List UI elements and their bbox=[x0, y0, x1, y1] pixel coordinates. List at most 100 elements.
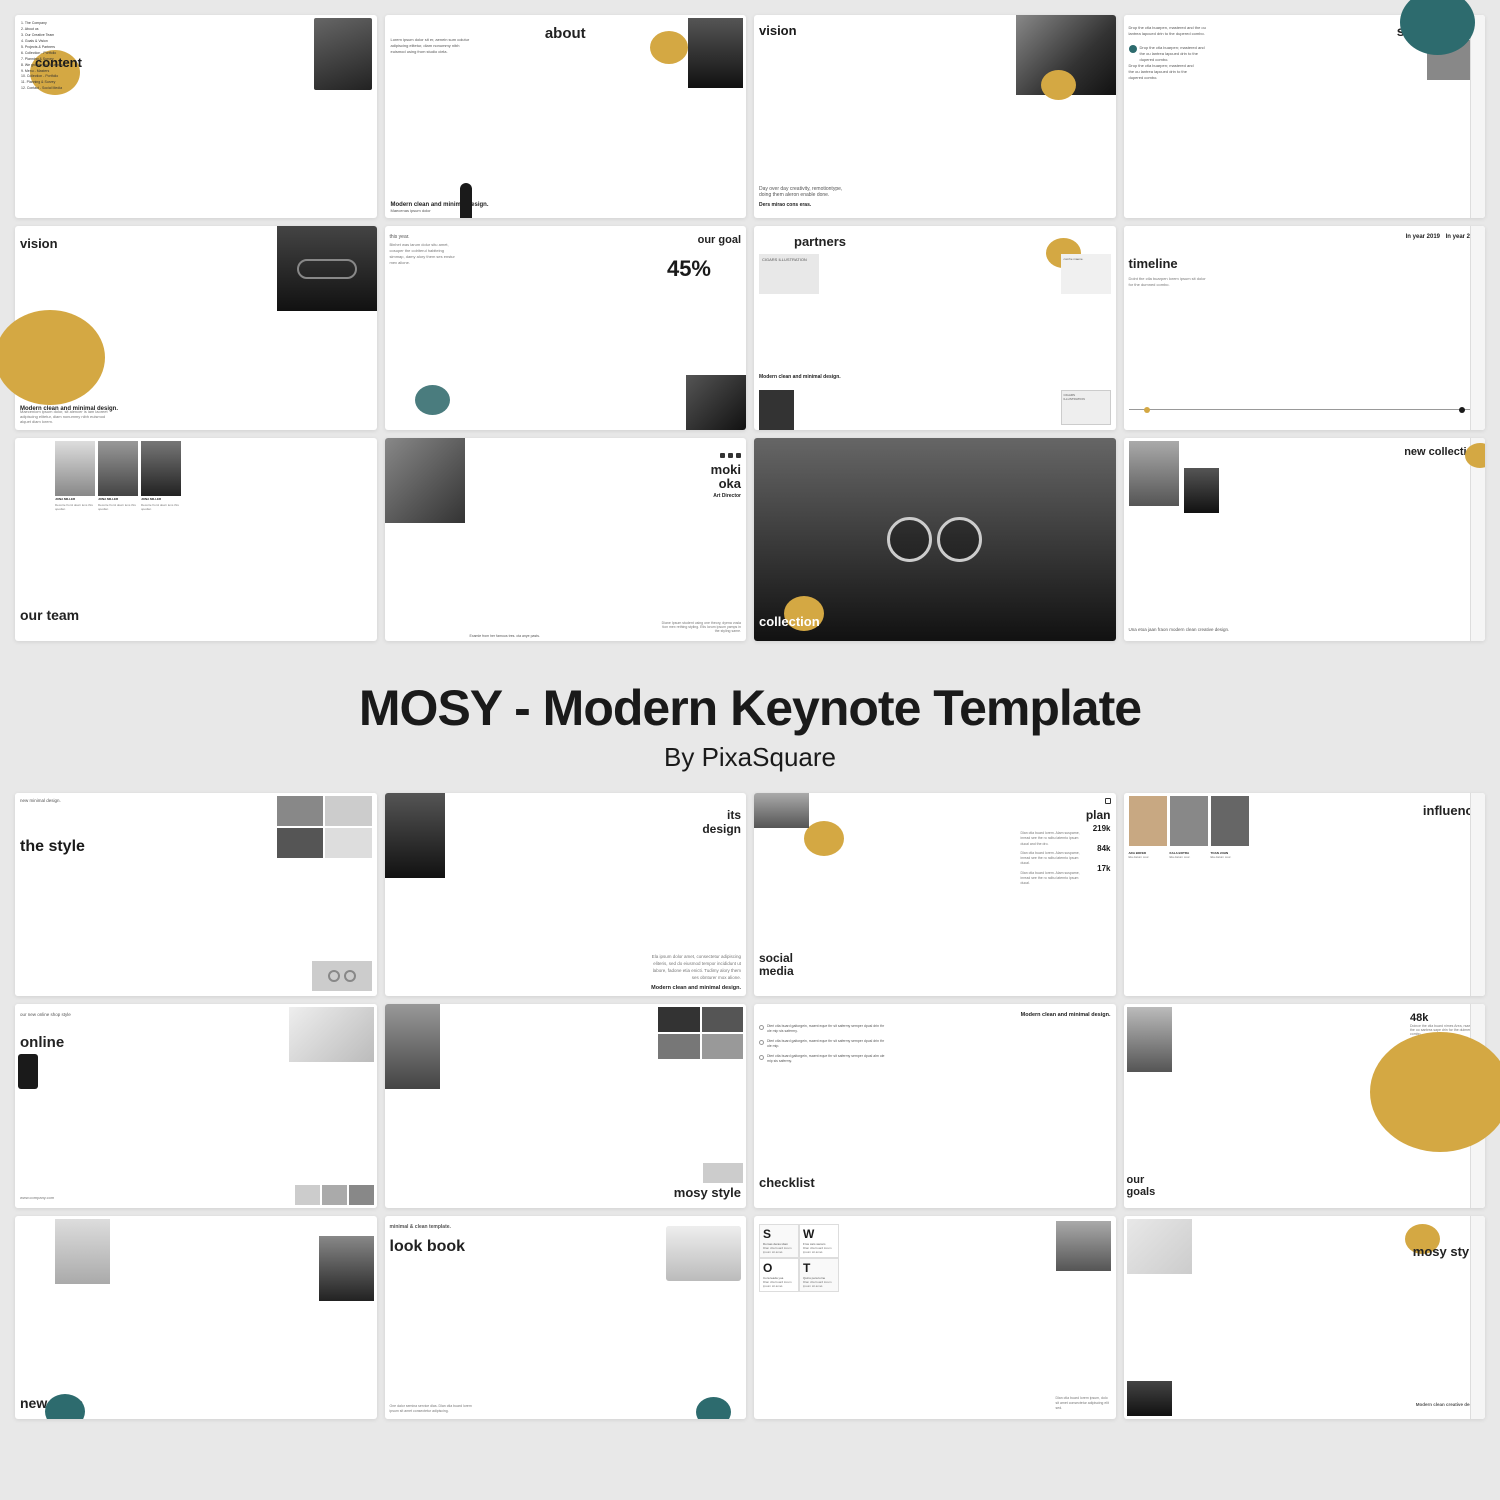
online-sub: our new online shop style bbox=[20, 1012, 71, 1017]
glasses-fill bbox=[312, 961, 372, 991]
photo-fill bbox=[98, 441, 138, 496]
swot-o: O Cora leada yoa Dlan ctla buard lorem i… bbox=[759, 1258, 799, 1292]
thestyle-glasses bbox=[312, 961, 372, 991]
page-container: content 1. The Company 2. About us 3. Ou… bbox=[0, 0, 1500, 1442]
photo-fill bbox=[1127, 1381, 1172, 1416]
main-title: MOSY - Modern Keynote Template bbox=[15, 679, 1485, 737]
swot-w-text: Dlan ctla buard lorem ipsum sit amet. bbox=[803, 1246, 835, 1254]
check-item-2: Dleri ctla buard gaitorgein, rsaent eque… bbox=[759, 1039, 889, 1049]
moki-social bbox=[720, 453, 741, 458]
ourteam-label: our team bbox=[20, 607, 79, 623]
team-name-2: JONA MILLER Decorte froml down lens this… bbox=[98, 498, 138, 511]
slide-checklist: Modern clean and minimal design. checkli… bbox=[754, 1004, 1116, 1207]
ourgoal-text: Binhet was larum dolur situ amet, cosupe… bbox=[390, 242, 460, 266]
content-photo bbox=[314, 18, 372, 90]
grid-p1 bbox=[658, 1007, 700, 1032]
photo-fill bbox=[314, 18, 372, 90]
stat-line-2: Dlan ctla buard lorem. Alam suspame, inr… bbox=[1021, 851, 1081, 867]
lookbook-tablet bbox=[666, 1226, 741, 1281]
photo-fill bbox=[666, 1226, 741, 1281]
deco-blob-right-bottom bbox=[1370, 1032, 1500, 1152]
social-icon-3 bbox=[736, 453, 741, 458]
team-role-2: Decorte froml down lens this qoodter. bbox=[98, 503, 138, 511]
team-name-1: JONA MILLER Decorte froml down lens this… bbox=[55, 498, 95, 511]
ourgoal-photo bbox=[686, 375, 746, 430]
team-photo-3 bbox=[141, 441, 181, 496]
vision2-photo bbox=[277, 226, 377, 311]
about-figure bbox=[460, 183, 472, 218]
thestyle-label: the style bbox=[20, 838, 85, 856]
ourteam-photos bbox=[55, 441, 181, 496]
about-label: about bbox=[545, 25, 586, 42]
mosystyle2-partial bbox=[1470, 1216, 1485, 1419]
moki-desc: Diane Ipsum student using one theory, dy… bbox=[661, 621, 741, 633]
partners-person bbox=[759, 390, 794, 430]
stat-lines: Dlan ctla buard lorem. Alam suspame, inr… bbox=[1021, 831, 1081, 886]
stat-2: 84k bbox=[1097, 843, 1110, 855]
social-icon-1 bbox=[720, 453, 725, 458]
swot-w-letter: W bbox=[803, 1228, 835, 1240]
swot-w: W Fros cars weram Dlan ctla buard lorem … bbox=[799, 1224, 839, 1258]
glass-left bbox=[887, 517, 932, 562]
photo-fill bbox=[141, 441, 181, 496]
check-item-3: Dleri ctla buard gaitorgein, rsaent eque… bbox=[759, 1054, 889, 1064]
slide-influence: influence ADA BOFED Ela datum cour. KALA… bbox=[1124, 793, 1486, 996]
lookbook-label: look book bbox=[390, 1238, 466, 1256]
social-icon-2 bbox=[728, 453, 733, 458]
slide-lookbook: minimal & clean template. look book One … bbox=[385, 1216, 747, 1419]
sp1 bbox=[295, 1185, 320, 1205]
socialmedia-blob bbox=[804, 821, 844, 856]
logo-text2: comhe maene. bbox=[1061, 254, 1111, 264]
swot-s-letter: S bbox=[763, 1228, 795, 1240]
irole3: Ela datum cour. bbox=[1211, 855, 1249, 859]
slide-collection: collection bbox=[754, 438, 1116, 641]
slide-content: content 1. The Company 2. About us 3. Ou… bbox=[15, 15, 377, 218]
inf-photo-1 bbox=[1129, 796, 1167, 846]
mosystyle1-label: mosy style bbox=[674, 1185, 741, 1200]
vision-label: vision bbox=[759, 23, 797, 38]
irole1: Ela datum cour. bbox=[1129, 855, 1167, 859]
stat-1: 219k bbox=[1093, 823, 1111, 835]
checklist-label: checklist bbox=[759, 1175, 815, 1190]
online-label: online bbox=[20, 1034, 64, 1051]
lookbook-blob bbox=[696, 1397, 731, 1419]
service-partial bbox=[1470, 15, 1485, 218]
checklist-items: Dleri ctla buard gaitorgein, rsaent eque… bbox=[759, 1024, 889, 1063]
photo-fill bbox=[1127, 1219, 1192, 1274]
slide-row-6: new style minimal & clean template. look… bbox=[15, 1216, 1485, 1419]
mosystyle2-photo2 bbox=[1127, 1381, 1172, 1416]
ourgoal-blob bbox=[415, 385, 450, 415]
gstat1-val: 48k bbox=[1410, 1012, 1428, 1024]
team-role-3: Decorte froml down lens this qoodter. bbox=[141, 503, 181, 511]
insta-icon bbox=[1105, 798, 1111, 804]
newcollection-partial bbox=[1470, 438, 1485, 641]
content-menu: 1. The Company 2. About us 3. Our Creati… bbox=[21, 21, 65, 92]
influence-names: ADA BOFED Ela datum cour. KALA BOTRA Ela… bbox=[1129, 851, 1249, 859]
swot-text-right: Dlan ctla buard lorem ipsum, dolo sit am… bbox=[1056, 1396, 1111, 1411]
check-text-1: Dleri ctla buard gaitorgein, rsaent eque… bbox=[767, 1024, 889, 1034]
glasses bbox=[297, 259, 357, 279]
newcollection-photo2 bbox=[1184, 468, 1219, 513]
slide-mokioka: mokioka Art Director Diane Ipsum student… bbox=[385, 438, 747, 641]
service-circle-3 bbox=[1129, 45, 1137, 53]
timeline-dot2 bbox=[1459, 407, 1465, 413]
collection-label: collection bbox=[759, 614, 820, 629]
online-small-photos bbox=[295, 1185, 374, 1205]
socialmedia-plan: plan bbox=[1086, 808, 1111, 822]
moki-role: Art Director bbox=[713, 493, 741, 499]
vision-text: Day over day creativity, remotiontype, d… bbox=[759, 186, 849, 198]
online-url: www.company.com bbox=[20, 1195, 54, 1200]
menu-item: 12. Contact - Social Media bbox=[21, 86, 65, 92]
photo-fill bbox=[1129, 441, 1179, 506]
slide-about: about Lorem ipsum dolor sit er, aenein s… bbox=[385, 15, 747, 218]
newstyle-photo1 bbox=[55, 1219, 110, 1284]
partners-modern: Modern clean and minimal design. bbox=[759, 374, 841, 380]
partner-logo3: CIGARSILLUSTRATION bbox=[1061, 390, 1111, 425]
slide-row-1: content 1. The Company 2. About us 3. Ou… bbox=[15, 15, 1485, 218]
photo-p1 bbox=[277, 796, 324, 826]
ourgoals-label: ourgoals bbox=[1127, 1174, 1156, 1198]
social-icon-insta bbox=[1105, 798, 1111, 804]
subtitle: By PixaSquare bbox=[15, 742, 1485, 773]
photo-fill bbox=[55, 441, 95, 496]
photo-fill bbox=[319, 1236, 374, 1301]
